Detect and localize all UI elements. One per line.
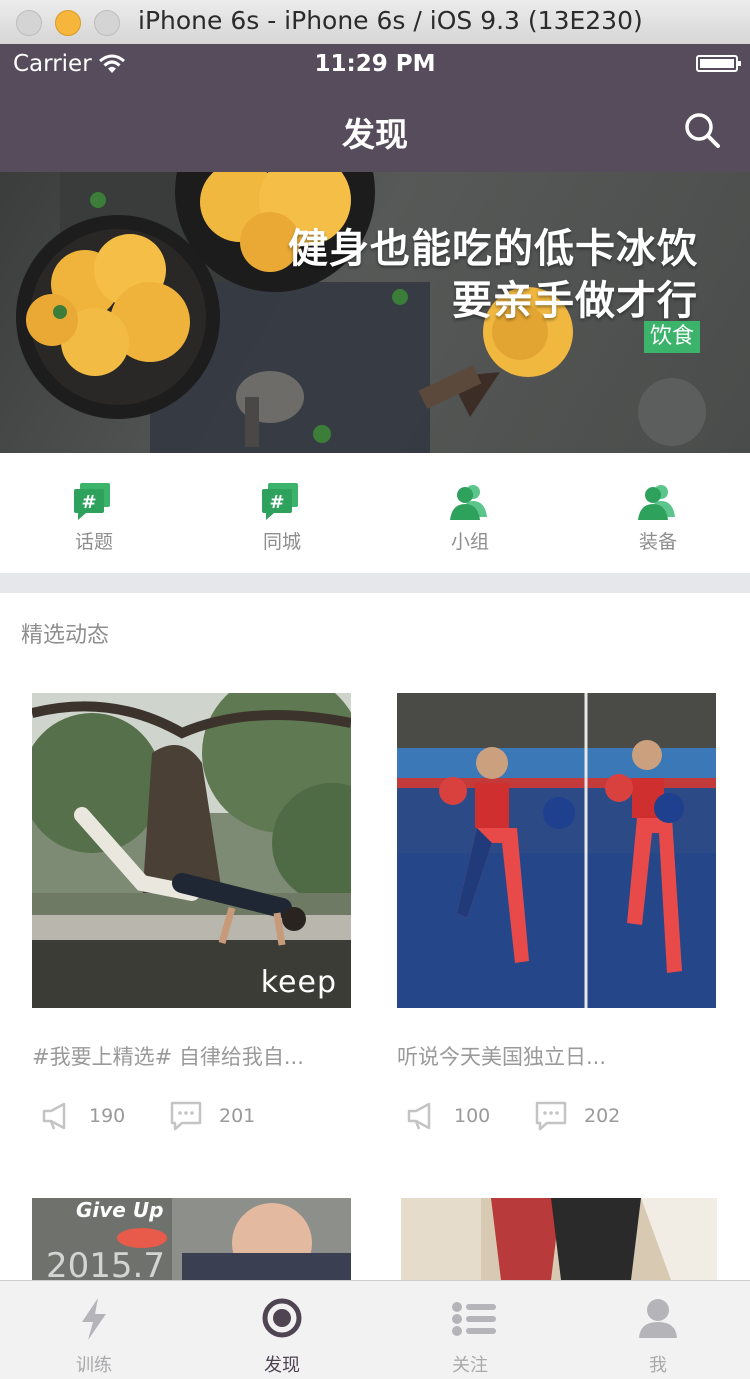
category-topics[interactable]: # 话题 — [0, 453, 188, 573]
status-time: 11:29 PM — [314, 51, 436, 77]
promo-banner[interactable]: 健身也能吃的低卡冰饮 要亲手做才行 饮食 — [0, 172, 750, 453]
feed-card-caption: #我要上精选# 自律给我自... — [32, 1045, 304, 1069]
section-divider — [0, 573, 750, 593]
megaphone-icon — [42, 1102, 66, 1130]
banner-subheadline: 要亲手做才行 — [452, 278, 698, 324]
megaphone-icon — [407, 1102, 431, 1130]
tab-label: 发现 — [264, 1355, 300, 1376]
discover-circle-icon — [262, 1298, 302, 1338]
comment-icon — [170, 1101, 202, 1131]
feed-card-image — [401, 1198, 717, 1280]
user-icon — [639, 1299, 677, 1338]
group-icon — [450, 485, 487, 520]
category-label: 话题 — [74, 531, 113, 553]
tab-training[interactable]: 训练 — [0, 1281, 188, 1379]
hashtag-chat-icon: # — [262, 483, 298, 520]
featured-section-title: 精选动态 — [21, 623, 110, 648]
category-label: 装备 — [638, 531, 677, 553]
tab-bar: 训练 发现 关注 我 — [0, 1280, 750, 1379]
lightning-icon — [82, 1298, 106, 1340]
hashtag-chat-icon: # — [74, 483, 110, 520]
category-gear[interactable]: 装备 — [564, 453, 750, 573]
category-shortcuts: # 话题 # 同城 小组 装备 — [0, 453, 750, 573]
workout-photo — [32, 693, 351, 1008]
photo-date-text: 2015.7 — [46, 1246, 165, 1280]
banner-category-tag: 饮食 — [643, 321, 700, 353]
boxing-photo — [397, 693, 716, 1008]
window-close-button[interactable] — [16, 10, 42, 36]
banner-headline: 健身也能吃的低卡冰饮 — [288, 226, 698, 272]
list-icon — [452, 1302, 496, 1336]
tab-me[interactable]: 我 — [564, 1281, 750, 1379]
feed-card-partial[interactable]: Give Up 2015.7 — [32, 1198, 351, 1280]
category-nearby[interactable]: # 同城 — [188, 453, 376, 573]
simulator-title-bar: iPhone 6s - iPhone 6s / iOS 9.3 (13E230) — [0, 0, 750, 45]
like-count: 190 — [89, 1105, 126, 1127]
tab-label: 训练 — [76, 1355, 112, 1376]
navigation-bar: 发现 — [0, 86, 750, 172]
tab-following[interactable]: 关注 — [376, 1281, 564, 1379]
keep-watermark: keep — [260, 965, 337, 1000]
svg-text:#: # — [81, 492, 96, 513]
tab-label: 关注 — [452, 1355, 488, 1376]
battery-icon — [696, 55, 741, 72]
like-count: 100 — [454, 1105, 491, 1127]
photo-overlay-text: Give Up — [76, 1198, 164, 1222]
comment-icon — [535, 1101, 567, 1131]
feed-card-image[interactable]: keep — [32, 693, 351, 1008]
search-icon[interactable] — [682, 110, 722, 150]
feed-card-caption: 听说今天美国独立日... — [397, 1045, 607, 1069]
tab-discover[interactable]: 发现 — [188, 1281, 376, 1379]
group-icon — [638, 485, 675, 520]
page-title: 发现 — [342, 115, 408, 154]
svg-text:#: # — [269, 492, 284, 513]
status-bar: Carrier 11:29 PM — [0, 44, 750, 86]
window-minimize-button[interactable] — [55, 10, 81, 36]
category-groups[interactable]: 小组 — [376, 453, 564, 573]
window-zoom-button[interactable] — [94, 10, 120, 36]
comment-count: 202 — [584, 1105, 621, 1127]
comment-count: 201 — [219, 1105, 256, 1127]
category-label: 小组 — [450, 531, 489, 553]
window-title: iPhone 6s - iPhone 6s / iOS 9.3 (13E230) — [138, 6, 643, 35]
category-label: 同城 — [262, 531, 301, 553]
tab-label: 我 — [649, 1355, 667, 1376]
feed-card-partial[interactable] — [401, 1198, 720, 1280]
feed-card-image[interactable] — [397, 693, 716, 1008]
